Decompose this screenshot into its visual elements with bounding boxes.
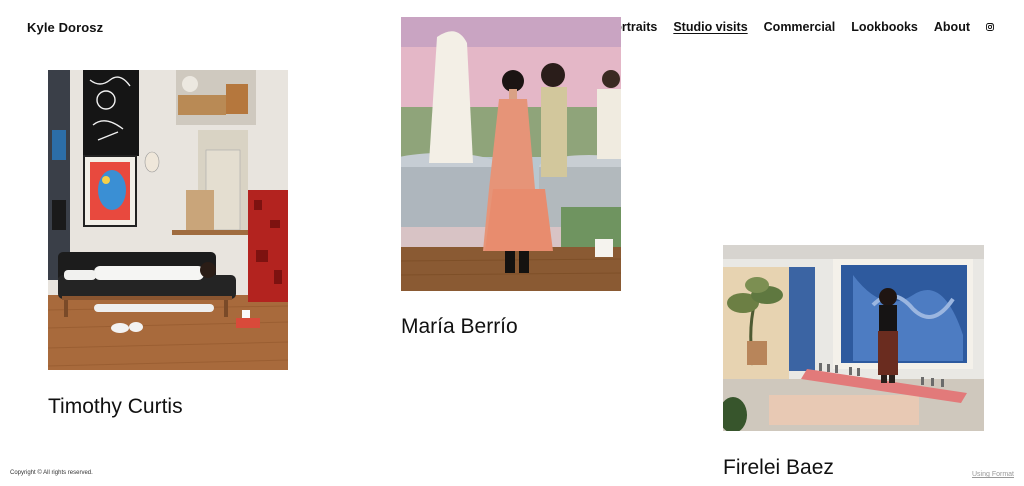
nav-item-studio-visits[interactable]: Studio visits <box>673 20 747 34</box>
project-photo <box>401 17 621 291</box>
instagram-icon[interactable] <box>986 23 994 31</box>
site-title[interactable]: Kyle Dorosz <box>27 20 103 35</box>
nav-item-lookbooks[interactable]: Lookbooks <box>851 20 918 34</box>
project-title: María Berrío <box>401 315 518 338</box>
nav-item-commercial[interactable]: Commercial <box>764 20 836 34</box>
project-photo <box>48 70 288 370</box>
project-card-firelei-baez[interactable]: Firelei Baez <box>723 245 984 479</box>
powered-by-link[interactable]: Using Format <box>972 471 1014 478</box>
project-title: Timothy Curtis <box>48 395 183 418</box>
main-nav: Portraits Studio visits Commercial Lookb… <box>590 20 994 34</box>
project-card-timothy-curtis[interactable]: Timothy Curtis <box>48 70 288 418</box>
nav-item-about[interactable]: About <box>934 20 970 34</box>
project-card-maria-berrio[interactable]: María Berrío <box>401 17 621 338</box>
project-photo <box>723 245 984 431</box>
project-title: Firelei Baez <box>723 456 834 479</box>
footer-copyright: Copyright © All rights reserved. <box>10 470 93 476</box>
